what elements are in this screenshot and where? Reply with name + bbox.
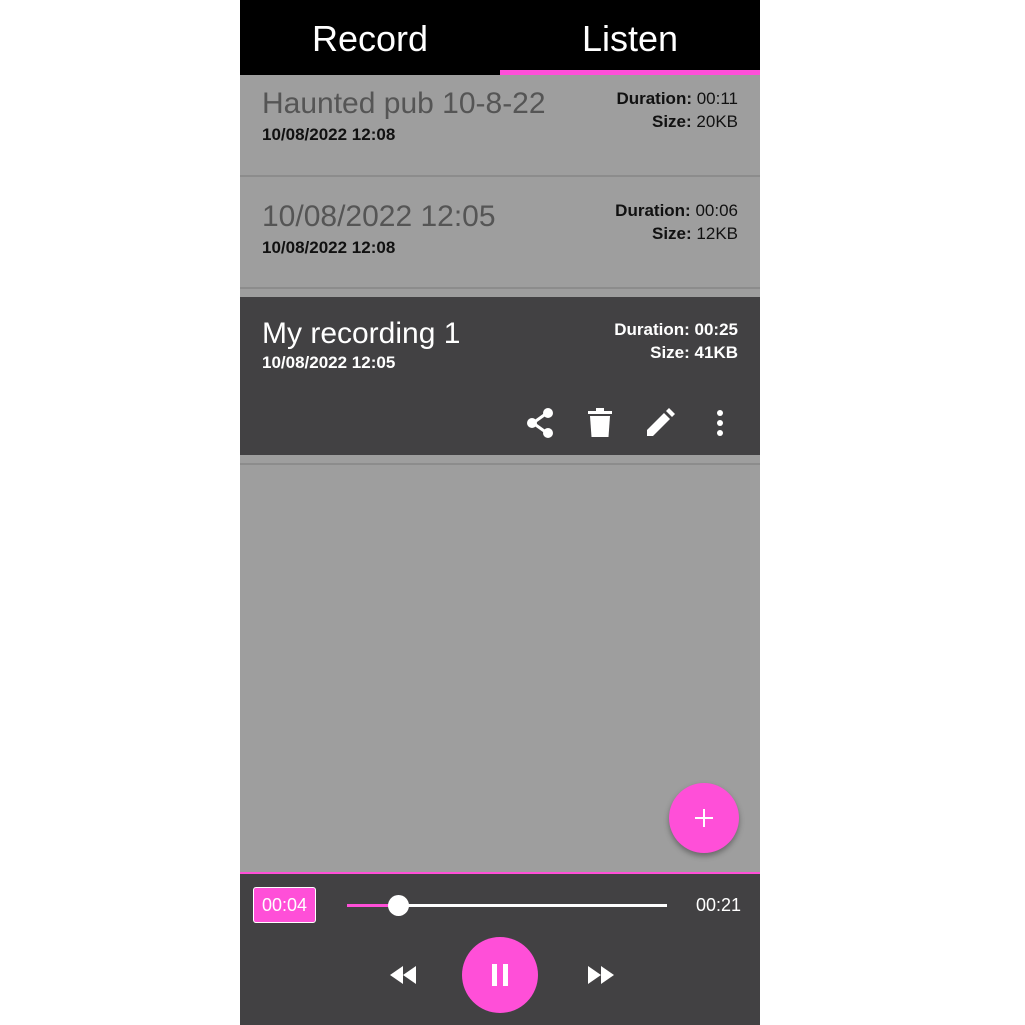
rewind-icon xyxy=(390,966,416,984)
total-time: 00:21 xyxy=(696,895,742,915)
recording-title: Haunted pub 10-8-22 xyxy=(262,87,546,120)
size-label: Size: xyxy=(651,112,692,131)
tab-bar: Record Listen xyxy=(240,0,760,75)
seek-bar[interactable] xyxy=(347,895,667,916)
recording-item[interactable]: Haunted pub 10-8-22 10/08/2022 12:08 Dur… xyxy=(240,75,760,177)
tab-record-label: Record xyxy=(311,17,429,59)
recording-date: 10/08/2022 12:08 xyxy=(262,238,396,257)
pause-button[interactable] xyxy=(462,937,538,1013)
recording-item-selected[interactable]: My recording 1 10/08/2022 12:05 Duration… xyxy=(240,297,760,455)
recording-date: 10/08/2022 12:05 xyxy=(262,353,396,372)
tab-record[interactable]: Record xyxy=(240,0,500,75)
size-value: 12KB xyxy=(696,224,738,243)
recording-item[interactable]: 10/08/2022 12:05 10/08/2022 12:08 Durati… xyxy=(240,177,760,289)
app-screen: Record Listen Haunted pub 10-8-22 10/08/… xyxy=(240,0,760,1025)
recording-date: 10/08/2022 12:08 xyxy=(262,125,396,144)
plus-icon xyxy=(695,809,713,827)
audio-player: 00:04 00:21 xyxy=(240,872,760,1025)
pause-icon xyxy=(492,964,508,986)
size-value: 20KB xyxy=(696,112,738,131)
seek-thumb[interactable] xyxy=(388,895,410,916)
more-vert-icon xyxy=(717,410,723,436)
duration-label: Duration: xyxy=(614,320,690,339)
recording-meta: Duration: 00:06 Size: 12KB xyxy=(615,199,738,245)
list-divider xyxy=(240,463,760,465)
recording-meta: Duration: 00:25 Size: 41KB xyxy=(614,318,738,364)
recording-title: 10/08/2022 12:05 xyxy=(262,200,496,233)
delete-icon xyxy=(588,408,612,437)
rewind-button[interactable] xyxy=(385,960,421,990)
duration-label: Duration: xyxy=(616,89,692,108)
tab-listen-label: Listen xyxy=(581,17,679,59)
more-options-button[interactable] xyxy=(690,403,750,443)
delete-button[interactable] xyxy=(570,403,630,443)
size-value: 41KB xyxy=(694,343,738,362)
edit-icon xyxy=(647,408,675,436)
recording-actions xyxy=(510,403,750,443)
duration-value: 00:06 xyxy=(695,201,738,220)
recording-title: My recording 1 xyxy=(262,317,461,350)
share-button[interactable] xyxy=(510,403,570,443)
fast-forward-button[interactable] xyxy=(583,960,619,990)
fast-forward-icon xyxy=(588,966,614,984)
size-label: Size: xyxy=(650,343,690,362)
edit-button[interactable] xyxy=(630,403,690,443)
size-label: Size: xyxy=(651,224,692,243)
duration-value: 00:11 xyxy=(696,89,738,108)
tab-listen[interactable]: Listen xyxy=(500,0,760,75)
duration-value: 00:25 xyxy=(694,320,738,339)
current-time: 00:04 xyxy=(253,887,316,923)
recording-meta: Duration: 00:11 Size: 20KB xyxy=(616,87,738,133)
duration-label: Duration: xyxy=(615,201,691,220)
add-recording-button[interactable] xyxy=(669,783,739,853)
share-icon xyxy=(527,408,553,438)
